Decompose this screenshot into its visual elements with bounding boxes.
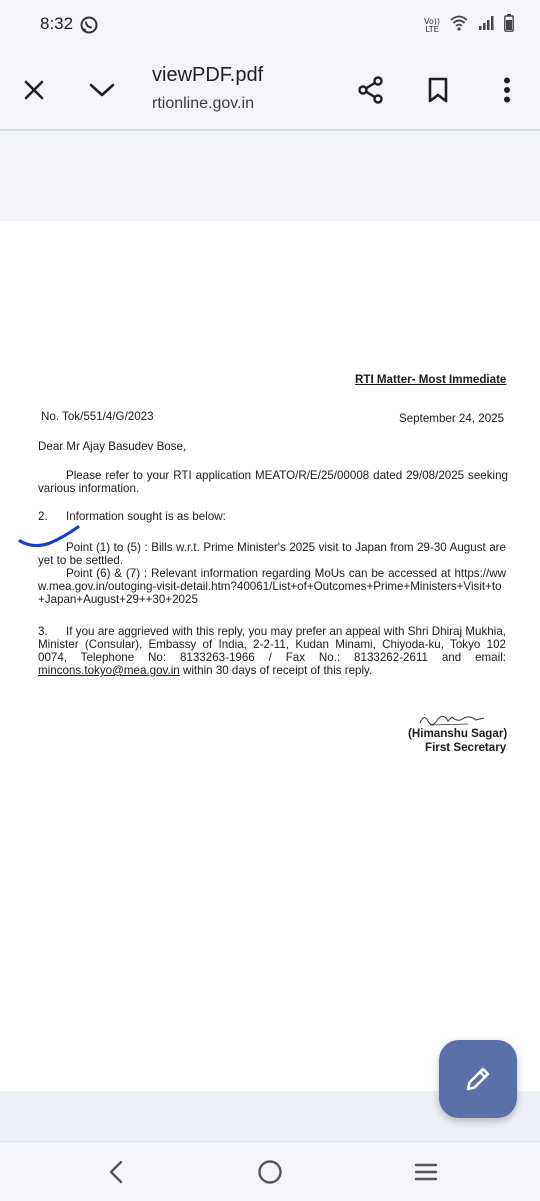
paragraph-3: 3. If you are aggrieved with this reply, …	[38, 625, 506, 677]
paragraph-1: Please refer to your RTI application MEA…	[38, 469, 508, 495]
paragraph-3-number: 3.	[38, 625, 48, 638]
chevron-down-icon	[89, 83, 115, 97]
pen-annotation-mark	[18, 525, 80, 548]
back-icon	[109, 1160, 123, 1184]
recents-icon	[414, 1163, 438, 1181]
close-button[interactable]	[12, 68, 56, 112]
point-6-7-text: Point (6) & (7) : Relevant information r…	[66, 567, 455, 580]
close-icon	[24, 80, 44, 100]
document-url: rtionline.gov.in	[152, 95, 254, 112]
point-1-to-5: Point (1) to (5) : Bills w.r.t. Prime Mi…	[38, 541, 506, 567]
pdf-viewer[interactable]: RTI Matter- Most Immediate No. Tok/551/4…	[0, 131, 540, 1141]
signatory-name: (Himanshu Sagar)	[408, 727, 508, 740]
salutation: Dear Mr Ajay Basudev Bose,	[38, 440, 187, 453]
letter-date: September 24, 2025	[399, 412, 505, 425]
home-icon	[258, 1160, 282, 1184]
page-gap	[0, 131, 540, 221]
wifi-icon	[450, 15, 468, 36]
document-title: viewPDF.pdf	[152, 64, 264, 86]
signatory-title: First Secretary	[425, 741, 507, 754]
battery-icon	[504, 14, 514, 37]
point-6-and-7: Point (6) & (7) : Relevant information r…	[38, 567, 506, 606]
edit-fab-button[interactable]	[439, 1040, 517, 1118]
share-button[interactable]	[349, 68, 393, 112]
paragraph-2-text: Information sought is as below:	[66, 510, 226, 523]
nav-home-button[interactable]	[250, 1156, 290, 1188]
status-icons: Vo)) LTE	[424, 14, 514, 37]
share-icon	[358, 76, 383, 104]
more-options-button[interactable]	[485, 68, 529, 112]
app-bar	[0, 50, 540, 130]
paragraph-3-tail: within 30 days of receipt of this reply.	[179, 664, 373, 677]
status-time: 8:32	[40, 14, 74, 33]
nav-back-button[interactable]	[96, 1156, 136, 1188]
reference-number: No. Tok/551/4/G/2023	[41, 410, 154, 423]
more-vert-icon	[504, 77, 510, 103]
bookmark-icon	[428, 77, 448, 103]
volte-icon: Vo)) LTE	[424, 17, 440, 34]
lte-label: LTE	[425, 24, 439, 34]
handwritten-signature	[419, 715, 485, 726]
signal-icon	[478, 15, 494, 36]
paragraph-3-text: If you are aggrieved with this reply, yo…	[38, 625, 506, 664]
consular-email-link[interactable]: mincons.tokyo@mea.gov.in	[38, 664, 180, 677]
pdf-page: RTI Matter- Most Immediate No. Tok/551/4…	[0, 221, 540, 1091]
system-nav-bar	[0, 1141, 540, 1201]
whatsapp-icon	[80, 16, 98, 39]
collapse-button[interactable]	[80, 68, 124, 112]
edit-pencil-icon	[466, 1067, 490, 1091]
status-bar: 8:32 Vo)) LTE	[0, 0, 540, 50]
nav-recents-button[interactable]	[406, 1156, 446, 1188]
rti-header: RTI Matter- Most Immediate	[355, 373, 507, 386]
bookmark-button[interactable]	[416, 68, 460, 112]
